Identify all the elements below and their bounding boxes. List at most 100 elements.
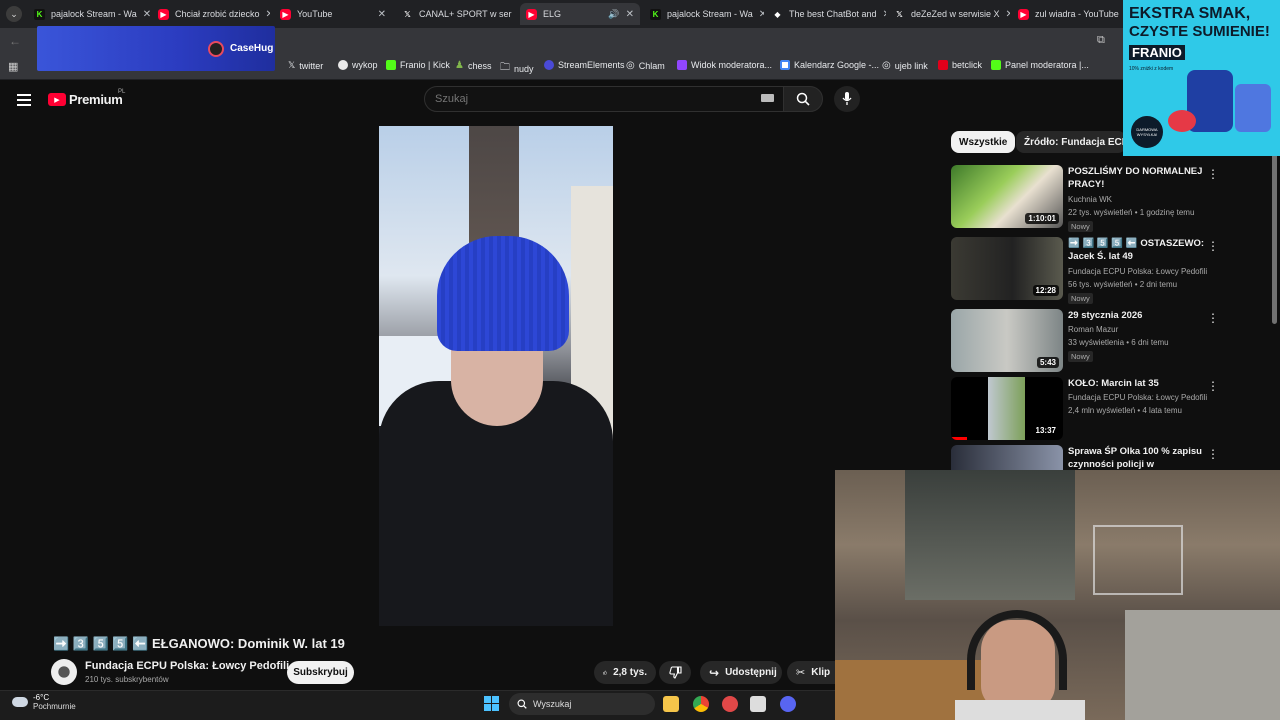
search-button[interactable] bbox=[783, 86, 823, 112]
microphone-icon bbox=[842, 92, 852, 105]
youtube-play-icon: ▶ bbox=[48, 93, 66, 106]
bookmark[interactable]: Panel moderatora |... bbox=[991, 60, 1089, 70]
more-options-icon[interactable]: ⋮ bbox=[1207, 311, 1219, 325]
windows-start-icon[interactable] bbox=[484, 696, 499, 711]
video-thumbnail[interactable]: 12:28 bbox=[951, 237, 1063, 300]
bookmark[interactable]: Widok moderatora... bbox=[677, 60, 772, 70]
recommendation-item[interactable]: 13:37 KOŁO: Marcin lat 35 Fundacja ECPU … bbox=[951, 377, 1219, 443]
browser-tab-active[interactable]: ▶ ELG 🔊 ✕ bbox=[520, 3, 640, 25]
close-icon[interactable]: ✕ bbox=[1006, 9, 1010, 20]
youtube-icon: ▶ bbox=[280, 8, 291, 20]
share-button[interactable]: ↪ Udostępnij bbox=[700, 661, 782, 684]
recommendation-item[interactable]: 12:28 ➡️ 3️⃣ 5️⃣ 5️⃣ ⬅️ OSTASZEWO: Jacek… bbox=[951, 237, 1219, 304]
webcam-streamer-shirt bbox=[955, 700, 1085, 720]
channel-name[interactable]: Roman Mazur bbox=[1068, 325, 1118, 334]
bookmark[interactable]: ◎ Chlam bbox=[626, 60, 665, 71]
close-icon[interactable]: ✕ bbox=[759, 9, 764, 20]
video-player[interactable] bbox=[379, 126, 613, 626]
thumbs-down-icon bbox=[668, 666, 682, 679]
youtube-icon: ▶ bbox=[158, 8, 169, 20]
more-options-icon[interactable]: ⋮ bbox=[1207, 379, 1219, 393]
browser-tab[interactable]: ◆ The best ChatBot and ✕ bbox=[766, 3, 886, 25]
casehug-logo-text: CaseHug bbox=[230, 43, 274, 54]
voice-search-button[interactable] bbox=[834, 86, 860, 112]
browser-tab[interactable]: ▶ Chciał zrobić dziecko ✕ bbox=[152, 3, 270, 25]
bookmark[interactable]: ♟ chess bbox=[455, 60, 491, 71]
more-options-icon[interactable]: ⋮ bbox=[1207, 447, 1219, 461]
close-icon[interactable]: ✕ bbox=[883, 9, 886, 20]
close-icon[interactable]: ✕ bbox=[378, 9, 386, 20]
obs-icon[interactable] bbox=[750, 696, 766, 712]
apps-grid-icon[interactable]: ▦ bbox=[8, 60, 18, 73]
tab-label: The best ChatBot and bbox=[789, 9, 877, 19]
bookmark[interactable]: StreamElements bbox=[544, 60, 625, 70]
more-options-icon[interactable]: ⋮ bbox=[1207, 167, 1219, 181]
wykop-icon bbox=[338, 60, 348, 70]
menu-icon[interactable] bbox=[17, 94, 31, 106]
scrollbar[interactable] bbox=[1272, 128, 1277, 324]
back-arrow-icon[interactable]: ← bbox=[9, 34, 21, 48]
channel-avatar[interactable] bbox=[51, 659, 77, 685]
bookmark[interactable]: wykop bbox=[338, 60, 378, 70]
recommendation-title[interactable]: POSZLIŚMY DO NORMALNEJ PRACY! bbox=[1068, 165, 1208, 191]
youtube-logo[interactable]: ▶ Premium bbox=[48, 92, 123, 107]
app-icon[interactable] bbox=[722, 696, 738, 712]
browser-tab[interactable]: 𝕏 deZeZed w serwisie X ✕ bbox=[888, 3, 1010, 25]
recommendation-title[interactable]: KOŁO: Marcin lat 35 bbox=[1068, 377, 1208, 390]
browser-tab[interactable]: 𝕏 CANAL+ SPORT w ser ✕ bbox=[396, 3, 514, 25]
search-icon bbox=[796, 92, 810, 106]
recommendation-title[interactable]: 29 stycznia 2026 bbox=[1068, 309, 1208, 322]
channel-name[interactable]: Fundacja ECPU Polska: Łowcy Pedofili bbox=[85, 660, 289, 672]
folder-icon: 🗀 bbox=[500, 62, 510, 73]
chrome-icon[interactable] bbox=[693, 696, 709, 712]
bookmark[interactable]: Franio | Kick bbox=[386, 60, 450, 70]
close-icon[interactable]: ✕ bbox=[143, 9, 150, 20]
bookmark[interactable]: betclick bbox=[938, 60, 982, 70]
channel-name[interactable]: Kuchnia WK bbox=[1068, 195, 1112, 204]
search-input[interactable] bbox=[424, 86, 784, 112]
close-icon[interactable]: ✕ bbox=[266, 9, 270, 20]
video-thumbnail[interactable]: 13:37 bbox=[951, 377, 1063, 440]
chip-all[interactable]: Wszystkie bbox=[951, 131, 1016, 153]
scissors-icon: ✂ bbox=[796, 667, 806, 679]
subscribe-button[interactable]: Subskrybuj bbox=[287, 661, 354, 684]
channel-name[interactable]: Fundacja ECPU Polska: Łowcy Pedofili bbox=[1068, 393, 1207, 402]
recommendation-item[interactable]: 5:43 29 stycznia 2026 Roman Mazur 33 wyś… bbox=[951, 309, 1219, 375]
cast-icon[interactable]: ⧉ bbox=[1097, 34, 1105, 47]
recommendation-item[interactable]: 1:10:01 POSZLIŚMY DO NORMALNEJ PRACY! Ku… bbox=[951, 165, 1219, 232]
keyboard-icon[interactable] bbox=[761, 94, 774, 102]
sponsor-ad-overlay: EKSTRA SMAK, CZYSTE SUMIENIE! FRANIO 10%… bbox=[1123, 0, 1280, 156]
browser-tab[interactable]: ▶ YouTube ✕ bbox=[274, 3, 392, 25]
like-button[interactable]: 2,8 tys. bbox=[594, 661, 656, 684]
browser-tab[interactable]: K pajalock Stream - Wa ✕ bbox=[644, 3, 764, 25]
video-thumbnail[interactable]: 1:10:01 bbox=[951, 165, 1063, 228]
browser-tab[interactable]: K pajalock Stream - Wa ✕ bbox=[28, 3, 150, 25]
kick-icon bbox=[991, 60, 1001, 70]
cloud-icon bbox=[12, 697, 28, 707]
bookmark[interactable]: ◎ ujeb link bbox=[882, 60, 928, 71]
browser-tab[interactable]: ▶ zul wiadra - YouTube bbox=[1012, 3, 1122, 25]
weather-widget[interactable]: -6°C Pochmurnie bbox=[12, 693, 76, 711]
recommendation-title[interactable]: Sprawa ŚP Olka 100 % zapisu czynności po… bbox=[1068, 445, 1208, 470]
channel-name[interactable]: Fundacja ECPU Polska: Łowcy Pedofili bbox=[1068, 267, 1207, 276]
globe-icon: ◎ bbox=[626, 60, 635, 71]
bookmark[interactable]: Kalendarz Google -... bbox=[780, 60, 879, 70]
close-icon[interactable]: ✕ bbox=[626, 9, 634, 20]
taskbar-search[interactable]: Wyszukaj bbox=[509, 693, 655, 715]
file-explorer-icon[interactable] bbox=[663, 696, 679, 712]
bookmark[interactable]: 🗀 nudy bbox=[500, 60, 534, 77]
bookmark[interactable]: 𝕏twitter bbox=[288, 60, 323, 71]
recommendation-title[interactable]: ➡️ 3️⃣ 5️⃣ 5️⃣ ⬅️ OSTASZEWO: Jacek Ś. la… bbox=[1068, 237, 1208, 263]
video-thumbnail[interactable]: 5:43 bbox=[951, 309, 1063, 372]
discord-icon[interactable] bbox=[780, 696, 796, 712]
video-thumbnail[interactable] bbox=[951, 445, 1063, 470]
new-badge: Nowy bbox=[1068, 351, 1093, 362]
chip-source-channel[interactable]: Źródło: Fundacja ECPU P bbox=[1016, 131, 1126, 153]
recommendation-item[interactable]: Sprawa ŚP Olka 100 % zapisu czynności po… bbox=[951, 445, 1219, 470]
tab-list-dropdown-button[interactable]: ⌄ bbox=[6, 6, 22, 22]
dislike-button[interactable] bbox=[659, 661, 691, 684]
webcam-headphones bbox=[967, 610, 1067, 690]
more-options-icon[interactable]: ⋮ bbox=[1207, 239, 1219, 253]
ad-fruit bbox=[1168, 110, 1196, 132]
clip-button[interactable]: ✂ Klip bbox=[787, 661, 835, 684]
